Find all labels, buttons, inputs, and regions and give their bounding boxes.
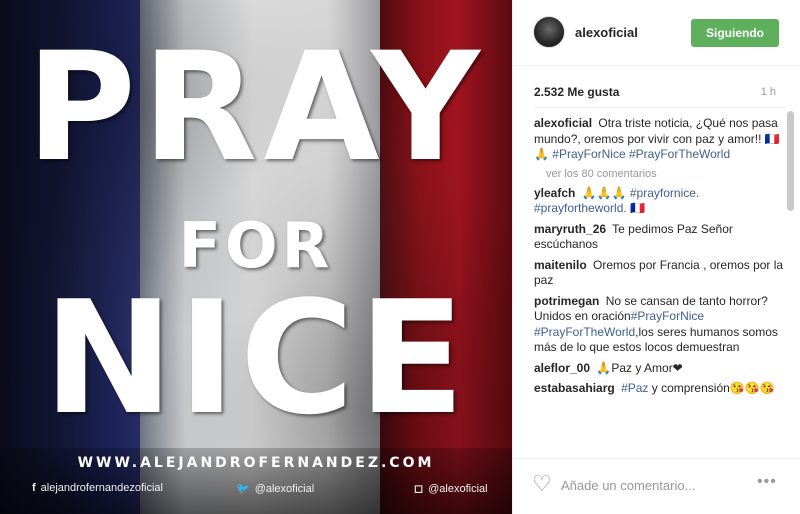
like-count[interactable]: 2.532 Me gusta [534,85,619,99]
poster-instagram: ◻ @alexoficial [414,482,488,496]
comment-username[interactable]: potrimegan [534,294,599,308]
poster-website: WWW.ALEJANDROFERNANDEZ.COM [77,455,435,471]
list-item: maryruth_26 Te pedimos Paz Señor escúcha… [534,222,786,253]
list-item: maitenilo Oremos por Francia , oremos po… [534,258,786,289]
comment-text: 🙏Paz y Amor❤ [596,360,683,375]
caption-username[interactable]: alexoficial [534,116,592,130]
list-item: aleflor_00 🙏Paz y Amor❤ [534,361,786,377]
more-options-icon[interactable]: ••• [757,473,777,491]
caption: alexoficial Otra triste noticia, ¿Qué no… [534,116,786,163]
poster-twitter-handle: @alexoficial [254,482,315,495]
poster-instagram-handle: @alexoficial [428,482,488,495]
comment-input[interactable] [561,476,741,494]
post-image[interactable]: PRAY FOR NICE WWW.ALEJANDROFERNANDEZ.COM… [0,0,512,514]
poster-facebook-handle: alejandrofernandezoficial [40,482,163,494]
poster-twitter: 🐦 @alexoficial [236,482,315,496]
list-item: potrimegan No se cansan de tanto horror?… [534,294,786,356]
author-username[interactable]: alexoficial [575,25,638,40]
poster-facebook: f alejandrofernandezoficial [32,482,163,494]
twitter-icon: 🐦 [236,483,250,495]
comment-hashtags[interactable]: #Paz [621,381,648,395]
comment-text-tail: y comprensión😘😘😘 [648,381,775,395]
comment-text: 🙏🙏🙏 [581,185,627,200]
heart-icon[interactable]: ♡ [532,473,552,495]
comment-text-tail: 🇫🇷 [626,201,645,215]
post-timestamp[interactable]: 1 h [761,86,776,98]
comments-list: alexoficial Otra triste noticia, ¿Qué no… [534,107,786,455]
comment-username[interactable]: maryruth_26 [534,222,606,236]
avatar[interactable] [533,16,565,48]
caption-hashtags[interactable]: #PrayForNice #PrayForTheWorld [552,147,730,161]
view-all-comments-link[interactable]: ver los 80 comentarios [546,168,786,180]
comment-username[interactable]: maitenilo [534,258,587,272]
post-detail-panel: alexoficial Siguiendo 2.532 Me gusta 1 h… [512,0,800,514]
comment-username[interactable]: aleflor_00 [534,361,590,375]
list-item: estabasahiarg #Paz y comprensión😘😘😘 [534,381,786,397]
facebook-icon: f [32,482,36,494]
post-footer: ♡ ••• [513,458,800,514]
list-item: yleafch 🙏🙏🙏 #prayfornice. #prayforthewor… [534,186,786,217]
comments-scrollbar[interactable] [787,111,794,211]
poster-word-nice: NICE [43,267,469,449]
poster-word-pray: PRAY [26,21,486,195]
instagram-icon: ◻ [414,483,424,495]
post-header: alexoficial Siguiendo [513,0,800,66]
following-button[interactable]: Siguiendo [691,19,779,47]
comment-username[interactable]: estabasahiarg [534,381,615,395]
comment-username[interactable]: yleafch [534,186,575,200]
